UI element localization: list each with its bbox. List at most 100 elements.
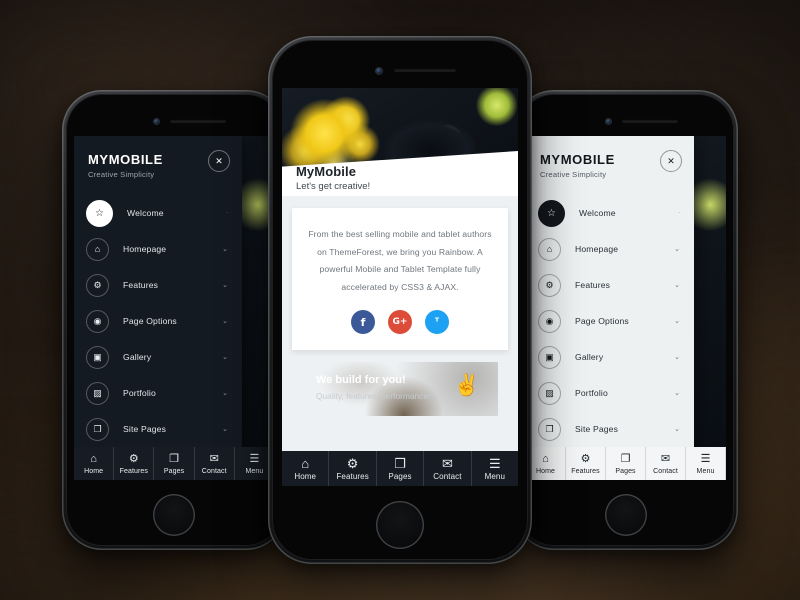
menu-item-page-options[interactable]: ◉ Page Options ⌄	[74, 303, 242, 339]
tab-contact[interactable]: ✉ Contact	[646, 447, 686, 480]
chevron-down-icon: ⌄	[222, 354, 228, 361]
menu-item-label: Site Pages	[575, 424, 619, 434]
pages-icon: ❐	[86, 417, 109, 441]
menu-item-gallery[interactable]: ▣ Gallery ⌄	[74, 339, 242, 375]
tab-contact[interactable]: ✉ Contact	[195, 447, 235, 480]
menu-item-portfolio[interactable]: ▨ Portfolio ⌄	[526, 375, 694, 411]
phone-left: MYMOBILE Creative Simplicity ✕ ☆ Welcome…	[62, 90, 286, 550]
tab-contact[interactable]: ✉ Contact	[424, 451, 472, 486]
tab-pages[interactable]: ❐ Pages	[154, 447, 195, 480]
phone-right-screen: MYMOBILE Creative Simplicity ✕ ☆ Welcome…	[526, 136, 726, 480]
tab-home[interactable]: ⌂ Home	[74, 447, 115, 480]
menu-item-label: Portfolio	[123, 388, 156, 398]
slide-menu-dark: MYMOBILE Creative Simplicity ✕ ☆ Welcome…	[74, 136, 242, 480]
tab-home[interactable]: ⌂ Home	[282, 451, 330, 486]
tab-home[interactable]: ⌂ Home	[526, 447, 566, 480]
tab-features[interactable]: ⚙ Features	[114, 447, 155, 480]
hero-text-block: MyMobile Let's get creative!	[296, 164, 370, 192]
tab-menu[interactable]: ☰ Menu	[472, 451, 518, 486]
tab-pages[interactable]: ❐ Pages	[377, 451, 425, 486]
star-icon: ☆	[538, 199, 565, 227]
googleplus-button[interactable]: G+	[388, 310, 412, 335]
intro-card: From the best selling mobile and tablet …	[292, 208, 508, 351]
tab-features[interactable]: ⚙ Features	[566, 447, 606, 480]
promo-banner[interactable]: We build for you! Quality, features, per…	[302, 362, 498, 417]
slide-menu-light: MYMOBILE Creative Simplicity ✕ ☆ Welcome…	[526, 136, 694, 480]
tab-pages[interactable]: ❐ Pages	[606, 447, 646, 480]
tab-label: Menu	[696, 468, 715, 475]
promo-title: We build for you!	[316, 374, 406, 387]
tab-label: Home	[84, 468, 104, 475]
bottom-tabbar-right: ⌂ Home ⚙ Features ❐ Pages ✉ Contact ☰ Me…	[526, 447, 726, 480]
home-button-right[interactable]	[605, 494, 647, 536]
chevron-down-icon: ·	[678, 210, 680, 216]
image-icon: ▨	[538, 381, 561, 405]
front-camera-icon	[154, 119, 159, 124]
star-icon: ☆	[86, 199, 113, 227]
menu-item-site-pages[interactable]: ❐ Site Pages ⌄	[74, 411, 242, 447]
tab-label: Pages	[388, 472, 412, 481]
home-icon: ⌂	[538, 237, 561, 261]
menu-item-homepage[interactable]: ⌂ Homepage ⌄	[526, 231, 694, 267]
menu-item-features[interactable]: ⚙ Features ⌄	[74, 267, 242, 303]
menu-item-features[interactable]: ⚙ Features ⌄	[526, 267, 694, 303]
chevron-down-icon: ⌄	[222, 426, 228, 433]
tab-label: Pages	[163, 468, 185, 475]
earpiece-speaker	[170, 119, 226, 123]
menu-item-label: Welcome	[579, 208, 616, 218]
hamburger-icon: ☰	[489, 456, 501, 471]
tab-label: Menu	[484, 472, 506, 481]
close-icon[interactable]: ✕	[660, 150, 682, 172]
menu-item-site-pages[interactable]: ❐ Site Pages ⌄	[526, 411, 694, 447]
menu-item-label: Homepage	[123, 244, 167, 254]
twitter-button[interactable]: ᵀ	[425, 310, 449, 335]
menu-list: ☆ Welcome · ⌂ Homepage ⌄ ⚙ Features ⌄ ◉ …	[74, 195, 242, 447]
menu-item-homepage[interactable]: ⌂ Homepage ⌄	[74, 231, 242, 267]
menu-item-welcome[interactable]: ☆ Welcome ·	[526, 195, 694, 231]
tab-label: Features	[571, 468, 600, 475]
chevron-down-icon: ⌄	[222, 390, 228, 397]
home-button-center[interactable]	[376, 501, 424, 549]
chevron-down-icon: ⌄	[222, 282, 228, 289]
menu-item-gallery[interactable]: ▣ Gallery ⌄	[526, 339, 694, 375]
menu-item-page-options[interactable]: ◉ Page Options ⌄	[526, 303, 694, 339]
home-icon: ⌂	[90, 453, 97, 465]
phone-left-body: MYMOBILE Creative Simplicity ✕ ☆ Welcome…	[66, 94, 282, 546]
pages-icon: ❐	[394, 456, 406, 471]
tab-label: Features	[336, 472, 369, 481]
home-icon: ⌂	[86, 237, 109, 261]
hero-section: MyMobile Let's get creative!	[282, 88, 518, 196]
home-button-left[interactable]	[153, 494, 195, 536]
menu-brand: MYMOBILE	[540, 152, 615, 167]
chevron-down-icon: ⌄	[674, 426, 680, 433]
phone-right-body: MYMOBILE Creative Simplicity ✕ ☆ Welcome…	[518, 94, 734, 546]
chevron-down-icon: ⌄	[674, 354, 680, 361]
page-subtitle: Let's get creative!	[296, 181, 371, 192]
tab-features[interactable]: ⚙ Features	[329, 451, 377, 486]
menu-item-label: Features	[123, 280, 159, 290]
gear-icon: ⚙	[86, 273, 109, 297]
close-icon[interactable]: ✕	[208, 150, 230, 172]
phone-center: MyMobile Let's get creative! From the be…	[268, 36, 532, 564]
menu-brand: MYMOBILE	[88, 152, 163, 167]
tab-menu[interactable]: ☰ Menu	[686, 447, 726, 480]
mail-icon: ✉	[209, 453, 219, 465]
earpiece-speaker	[394, 68, 456, 72]
facebook-button[interactable]: f	[351, 310, 375, 335]
camera-icon: ▣	[86, 345, 109, 369]
tab-label: Contact	[433, 472, 462, 481]
page-title: MyMobile	[296, 164, 357, 179]
gear-icon: ⚙	[346, 456, 359, 471]
menu-item-welcome[interactable]: ☆ Welcome ·	[74, 195, 242, 231]
phone-left-screen: MYMOBILE Creative Simplicity ✕ ☆ Welcome…	[74, 136, 274, 480]
front-camera-icon	[376, 68, 382, 74]
phone-right: MYMOBILE Creative Simplicity ✕ ☆ Welcome…	[514, 90, 738, 550]
menu-item-portfolio[interactable]: ▨ Portfolio ⌄	[74, 375, 242, 411]
home-icon: ⌂	[301, 456, 310, 471]
eye-icon: ◉	[538, 309, 561, 333]
phone-center-body: MyMobile Let's get creative! From the be…	[272, 40, 528, 560]
menu-header: MYMOBILE Creative Simplicity ✕	[74, 136, 242, 189]
promo-text-block: We build for you! Quality, features, per…	[316, 374, 430, 401]
tab-label: Contact	[653, 468, 678, 475]
chevron-down-icon: ⌄	[222, 246, 228, 253]
